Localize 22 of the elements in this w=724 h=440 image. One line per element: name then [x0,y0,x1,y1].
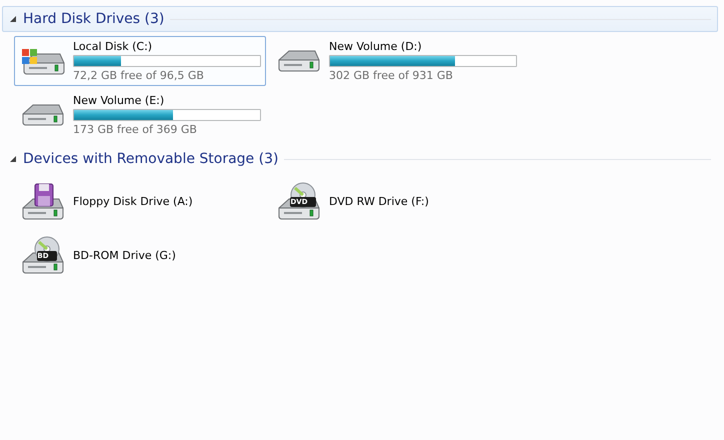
expander-icon[interactable] [9,155,17,163]
drive-tile[interactable]: Floppy Disk Drive (A:) [14,176,266,226]
drive-tile[interactable]: Local Disk (C:) 72,2 GB free of 96,5 GB [14,36,266,86]
drive-label: Local Disk (C:) [73,40,154,53]
drive-label: New Volume (D:) [329,40,423,53]
group-title: Devices with Removable Storage (3) [23,151,278,167]
group-title: Hard Disk Drives (3) [23,11,164,27]
free-space-text: 302 GB free of 931 GB [329,69,454,82]
drive-label: New Volume (E:) [73,94,166,107]
group-header[interactable]: Hard Disk Drives (3) [2,6,718,32]
drive-label: DVD RW Drive (F:) [329,194,429,208]
free-space-text: 173 GB free of 369 GB [73,123,198,136]
drive-label: Floppy Disk Drive (A:) [73,194,193,208]
floppy-drive-icon [22,182,64,220]
free-space-text: 72,2 GB free of 96,5 GB [73,69,205,82]
expander-icon[interactable] [9,15,17,23]
drive-tile[interactable]: New Volume (E:) 173 GB free of 369 GB [14,90,266,140]
optical-drive-icon [22,236,64,274]
optical-drive-icon [278,182,320,220]
group-header[interactable]: Devices with Removable Storage (3) [2,146,718,172]
drive-label: BD-ROM Drive (G:) [73,248,176,262]
drive-tile[interactable]: New Volume (D:) 302 GB free of 931 GB [270,36,522,86]
